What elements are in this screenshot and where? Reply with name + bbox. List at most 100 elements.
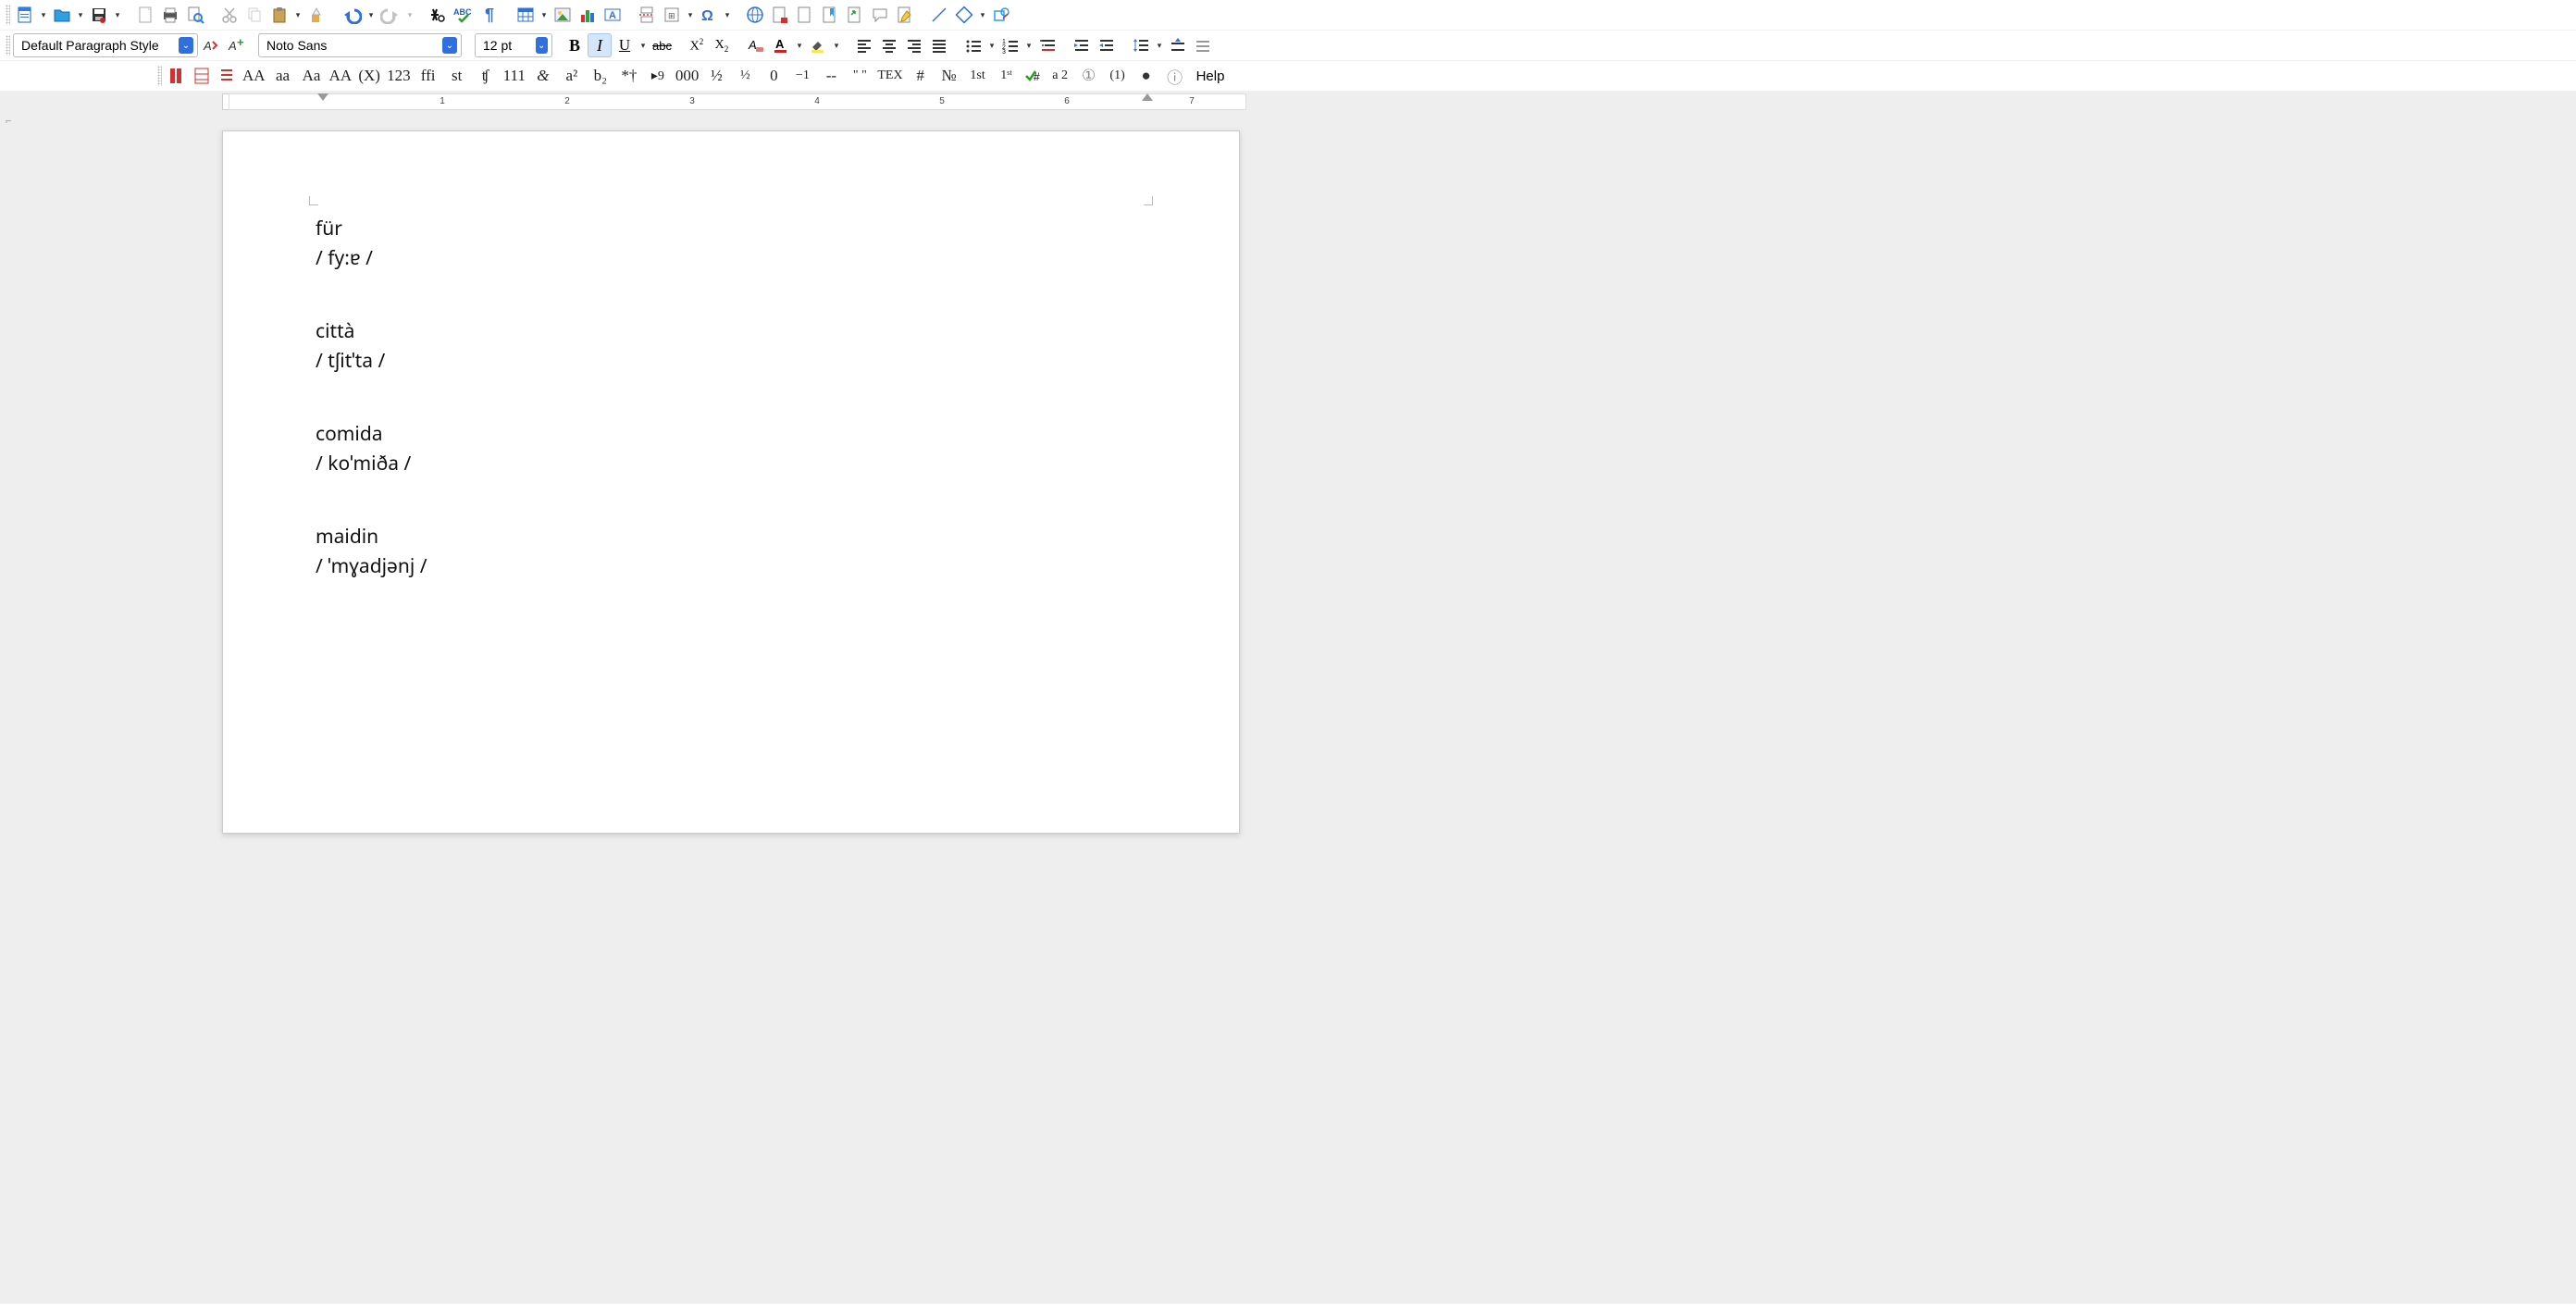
align-center-button[interactable] — [877, 33, 901, 57]
increase-para-spacing-button[interactable] — [1166, 33, 1190, 57]
swash-button[interactable]: & — [529, 64, 557, 88]
undo-button[interactable] — [339, 3, 365, 27]
circled-1-button[interactable]: ① — [1075, 64, 1103, 88]
font-name-dropdown[interactable]: ⌄ — [442, 37, 457, 54]
fraction-half-button[interactable]: ½ — [702, 64, 730, 88]
ipa-line[interactable]: / tʃitˈta / — [316, 347, 1146, 377]
save-button[interactable] — [87, 3, 111, 27]
basic-shapes-button[interactable] — [952, 3, 976, 27]
new-doc-dropdown[interactable]: ▾ — [38, 10, 49, 20]
tabular-nums-button[interactable]: 111 — [501, 64, 528, 88]
uppercase-button[interactable]: AA — [240, 64, 268, 88]
highlight-dropdown[interactable]: ▾ — [831, 41, 842, 51]
toolbar-grip-3[interactable] — [157, 66, 162, 86]
document-page[interactable]: für / fy:ɐ / città / tʃitˈta / comida / … — [222, 130, 1240, 834]
undo-dropdown[interactable]: ▾ — [365, 10, 377, 20]
insert-hyperlink-button[interactable] — [743, 3, 767, 27]
hash-button[interactable]: # — [907, 64, 935, 88]
grid-red-button[interactable] — [190, 64, 214, 88]
a2-button[interactable]: a 2 — [1046, 64, 1074, 88]
toolbar-grip-2[interactable] — [6, 35, 10, 56]
redo-button[interactable] — [378, 3, 403, 27]
two-column-red-button[interactable] — [165, 64, 189, 88]
insert-symbol-dropdown[interactable]: ▾ — [722, 10, 733, 20]
x-feature-button[interactable]: (X) — [355, 64, 383, 88]
highlight-button[interactable] — [806, 33, 830, 57]
ipa-line[interactable]: / koˈmiða / — [316, 450, 1146, 479]
find-replace-button[interactable] — [426, 3, 450, 27]
align-right-button[interactable] — [902, 33, 926, 57]
insert-table-button[interactable] — [514, 3, 538, 27]
underline-dropdown[interactable]: ▾ — [638, 41, 649, 51]
line-spacing-button[interactable] — [1129, 33, 1153, 57]
document-body[interactable]: für / fy:ɐ / città / tʃitˈta / comida / … — [316, 215, 1146, 581]
print-button[interactable] — [158, 3, 182, 27]
smallcaps-button[interactable]: AA — [327, 64, 355, 88]
bullet-list-button[interactable] — [961, 33, 985, 57]
lines-red-button[interactable] — [215, 64, 239, 88]
tex-button[interactable]: TEX — [874, 64, 905, 88]
historical-lig-button[interactable]: ʧ — [472, 64, 500, 88]
insert-cross-ref-button[interactable] — [843, 3, 867, 27]
dashes-button[interactable]: -- — [817, 64, 845, 88]
bold-button[interactable]: B — [563, 33, 587, 57]
ligatures-button[interactable]: ffi — [415, 64, 442, 88]
open-button[interactable] — [50, 3, 74, 27]
zero-button[interactable]: 0 — [760, 64, 787, 88]
insert-symbol-button[interactable]: Ω — [697, 3, 721, 27]
titlecase-button[interactable]: Aa — [298, 64, 326, 88]
font-name-combo[interactable]: ⌄ — [258, 33, 462, 57]
update-style-button[interactable]: A — [199, 33, 223, 57]
numbered-list-button[interactable]: 123 — [998, 33, 1022, 57]
indent-marker-right[interactable] — [1142, 93, 1153, 101]
ipa-line[interactable]: / ˈmɣadjənj / — [316, 552, 1146, 582]
align-left-button[interactable] — [852, 33, 876, 57]
strikethrough-button[interactable]: abc — [650, 33, 675, 57]
underline-button[interactable]: U — [613, 33, 637, 57]
insert-comment-button[interactable] — [868, 3, 892, 27]
insert-line-button[interactable] — [927, 3, 951, 27]
bullet-list-dropdown[interactable]: ▾ — [986, 41, 997, 51]
font-color-dropdown[interactable]: ▾ — [794, 41, 805, 51]
formatting-marks-button[interactable]: ¶ — [479, 3, 503, 27]
sub-b-button[interactable]: b₂ — [587, 64, 614, 88]
ipa-line[interactable]: / fy:ɐ / — [316, 244, 1146, 274]
quotes-button[interactable]: " " — [846, 64, 873, 88]
export-pdf-button[interactable] — [133, 3, 157, 27]
paragraph-style-dropdown[interactable]: ⌄ — [179, 37, 193, 54]
superscript-button[interactable]: X2 — [685, 33, 709, 57]
fraction-stack-button[interactable]: ½ — [731, 64, 759, 88]
lowercase-button[interactable]: aa — [269, 64, 297, 88]
font-size-input[interactable] — [483, 38, 532, 53]
paste-dropdown[interactable]: ▾ — [292, 10, 303, 20]
super-a-button[interactable]: a² — [558, 64, 586, 88]
font-size-combo[interactable]: ⌄ — [475, 33, 552, 57]
insert-textbox-button[interactable]: A — [601, 3, 625, 27]
numero-button[interactable]: № — [935, 64, 963, 88]
paste-button[interactable] — [267, 3, 291, 27]
minus-one-button[interactable]: −1 — [788, 64, 816, 88]
info-icon-button[interactable]: ⓘ — [1161, 64, 1189, 88]
check-hash-button[interactable]: # — [1022, 64, 1046, 88]
insert-image-button[interactable] — [551, 3, 575, 27]
word-line[interactable]: maidin — [316, 523, 1146, 552]
decrease-indent-button[interactable] — [1095, 33, 1119, 57]
first-button[interactable]: 1st — [964, 64, 992, 88]
track-changes-button[interactable] — [893, 3, 917, 27]
copy-button[interactable] — [242, 3, 266, 27]
word-line[interactable]: comida — [316, 420, 1146, 450]
font-size-dropdown[interactable]: ⌄ — [536, 37, 549, 54]
insert-field-dropdown[interactable]: ▾ — [685, 10, 696, 20]
insert-page-break-button[interactable] — [635, 3, 659, 27]
paragraph-style-input[interactable] — [21, 38, 175, 53]
cut-button[interactable] — [217, 3, 242, 27]
basic-shapes-dropdown[interactable]: ▾ — [977, 10, 988, 20]
bullet-icon-button[interactable]: ● — [1133, 64, 1160, 88]
line-spacing-dropdown[interactable]: ▾ — [1154, 41, 1165, 51]
discretionary-lig-button[interactable]: st — [443, 64, 471, 88]
slashed-zero-button[interactable]: 000 — [673, 64, 702, 88]
print-preview-button[interactable] — [183, 3, 207, 27]
font-name-input[interactable] — [266, 38, 439, 53]
horizontal-ruler[interactable]: 1 2 3 4 5 6 7 — [229, 93, 1246, 110]
indent-marker-left[interactable] — [317, 93, 328, 101]
